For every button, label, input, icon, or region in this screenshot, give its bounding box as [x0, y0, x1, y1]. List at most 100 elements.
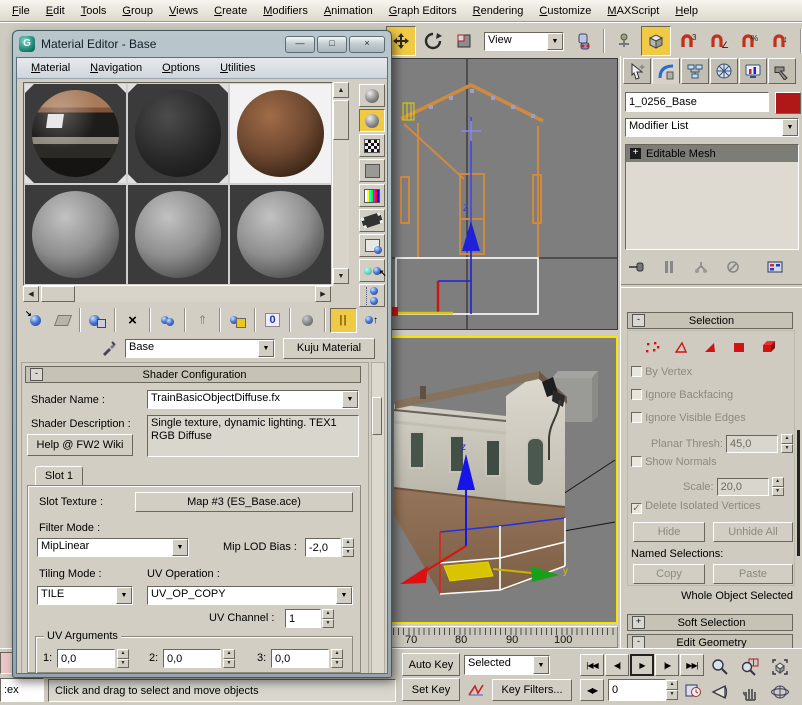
scrollbar-thumb[interactable]: [41, 286, 75, 302]
reference-coordinate-dropdown[interactable]: View: [484, 32, 564, 51]
uv-operation-dropdown[interactable]: UV_OP_COPY: [147, 586, 353, 605]
menu-help[interactable]: Help: [667, 3, 706, 19]
pan-button[interactable]: [736, 678, 764, 705]
background-button[interactable]: [359, 134, 385, 157]
modifier-stack[interactable]: + Editable Mesh: [625, 144, 799, 250]
play-button[interactable]: ▶: [630, 654, 654, 676]
pin-stack-button[interactable]: [625, 256, 649, 278]
object-color-swatch[interactable]: [775, 92, 801, 114]
make-unique-button[interactable]: [689, 256, 713, 278]
put-material-to-scene-button[interactable]: [50, 309, 75, 332]
material-id-channel-button[interactable]: 0: [260, 309, 285, 332]
tiling-mode-dropdown[interactable]: TILE: [37, 586, 133, 605]
maximize-button[interactable]: □: [317, 36, 347, 53]
material-editor-titlebar[interactable]: G Material Editor - Base — □ ×: [13, 31, 391, 57]
element-subobject-icon[interactable]: [761, 340, 777, 354]
hide-button[interactable]: Hide: [633, 522, 705, 542]
go-forward-to-sibling-button[interactable]: →: [386, 309, 388, 332]
delete-isolated-vertices-checkbox[interactable]: [631, 503, 642, 514]
min-max-toggle-button[interactable]: [796, 678, 802, 705]
scrollbar-thumb[interactable]: [333, 100, 349, 140]
spinner-down-icon[interactable]: [322, 619, 334, 629]
menu-rendering[interactable]: Rendering: [465, 3, 532, 19]
menu-edit[interactable]: Edit: [38, 3, 73, 19]
spinner-down-icon[interactable]: [223, 659, 235, 669]
zoom-all-button[interactable]: [736, 653, 764, 681]
mip-lod-bias-field[interactable]: -2,0: [305, 538, 341, 557]
menu-views[interactable]: Views: [161, 3, 206, 19]
copy-button[interactable]: Copy: [633, 564, 705, 584]
dropdown-arrow-icon[interactable]: [342, 391, 358, 408]
stack-expand-icon[interactable]: +: [630, 148, 641, 159]
edit-geometry-rollout-header[interactable]: - Edit Geometry: [627, 634, 793, 648]
uv-channel-spinner[interactable]: [322, 609, 334, 628]
scroll-up-icon[interactable]: ▲: [333, 82, 349, 98]
uv-arg3-field[interactable]: 0,0: [271, 649, 329, 668]
menu-create[interactable]: Create: [206, 3, 255, 19]
tab-display[interactable]: [739, 58, 767, 84]
select-and-manipulate-button[interactable]: [610, 27, 638, 55]
dropdown-arrow-icon[interactable]: [258, 340, 274, 357]
assign-material-to-selection-button[interactable]: [85, 309, 110, 332]
spinner-up-icon[interactable]: [781, 434, 793, 444]
tab-hierarchy[interactable]: [681, 58, 709, 84]
zoom-extents-button[interactable]: [766, 653, 794, 681]
modifier-list-dropdown[interactable]: Modifier List: [625, 118, 799, 137]
menu-utilities[interactable]: Utilities: [212, 61, 263, 75]
tab-motion[interactable]: [710, 58, 738, 84]
arc-rotate-button[interactable]: [766, 678, 794, 705]
viewport-perspective-active[interactable]: z y: [390, 336, 618, 624]
remove-modifier-button[interactable]: [721, 256, 745, 278]
menu-tools[interactable]: Tools: [73, 3, 115, 19]
pick-material-from-object-button[interactable]: [97, 337, 121, 359]
tab-modify[interactable]: [652, 58, 680, 84]
key-mode-toggle-button[interactable]: ◀▶: [580, 679, 604, 701]
uv-arg2-spinner[interactable]: [223, 649, 235, 668]
use-pivot-point-center-button[interactable]: [570, 27, 598, 55]
scroll-down-icon[interactable]: ▼: [333, 268, 349, 284]
shader-name-dropdown[interactable]: TrainBasicObjectDiffuse.fx: [147, 390, 359, 409]
menu-navigation[interactable]: Navigation: [82, 61, 150, 75]
get-material-button[interactable]: ↘: [23, 309, 48, 332]
track-bar[interactable]: 70 80 90 100: [390, 626, 618, 648]
sample-slot-5[interactable]: [127, 184, 230, 285]
filter-mode-dropdown[interactable]: MipLinear: [37, 538, 189, 557]
uv-arg1-spinner[interactable]: [117, 649, 129, 668]
ignore-visible-edges-checkbox[interactable]: [631, 412, 642, 423]
vertex-subobject-icon[interactable]: [645, 341, 660, 354]
rollout-collapse-icon[interactable]: -: [632, 314, 645, 327]
rollout-collapse-icon[interactable]: -: [632, 636, 645, 648]
menu-options[interactable]: Options: [154, 61, 208, 75]
sample-slot-3-active[interactable]: [229, 83, 332, 184]
object-name-field[interactable]: 1_0256_Base: [625, 92, 769, 112]
make-unique-material-button[interactable]: ⇑: [190, 309, 215, 332]
spinner-down-icon[interactable]: [342, 548, 354, 558]
tab-create[interactable]: [623, 58, 651, 84]
menu-maxscript[interactable]: MAXScript: [599, 3, 667, 19]
sample-slot-4[interactable]: [24, 184, 127, 285]
params-scrollbar[interactable]: [371, 362, 385, 674]
slot-texture-map-button[interactable]: Map #3 (ES_Base.ace): [135, 492, 353, 512]
configure-modifier-sets-button[interactable]: [763, 256, 787, 278]
scroll-right-icon[interactable]: ▶: [315, 286, 331, 302]
ignore-backfacing-checkbox[interactable]: [631, 389, 642, 400]
unhide-all-button[interactable]: Unhide All: [713, 522, 793, 542]
menu-material[interactable]: Material: [23, 61, 78, 75]
spinner-snap-toggle-button[interactable]: ↕: [767, 27, 795, 55]
select-by-material-button[interactable]: ↖: [359, 259, 385, 282]
zoom-button[interactable]: [706, 653, 734, 681]
viewport-front[interactable]: Z: [390, 58, 618, 330]
material-editor-window[interactable]: G Material Editor - Base — □ × Material …: [12, 30, 392, 678]
uv-arg3-spinner[interactable]: [331, 649, 343, 668]
go-to-parent-button[interactable]: ↑: [359, 309, 384, 332]
face-subobject-icon[interactable]: [703, 341, 718, 354]
spinner-up-icon[interactable]: [342, 538, 354, 548]
current-time-field[interactable]: 0: [608, 679, 666, 701]
spinner-down-icon[interactable]: [117, 659, 129, 669]
snaps-toggle-button[interactable]: [641, 26, 671, 56]
maxscript-mini-listener[interactable]: :ex: [0, 678, 44, 702]
zoom-extents-all-button[interactable]: [796, 653, 802, 681]
dropdown-arrow-icon[interactable]: [116, 587, 132, 604]
scale-field[interactable]: 20,0: [717, 478, 769, 496]
material-map-navigator-button[interactable]: [359, 284, 385, 307]
